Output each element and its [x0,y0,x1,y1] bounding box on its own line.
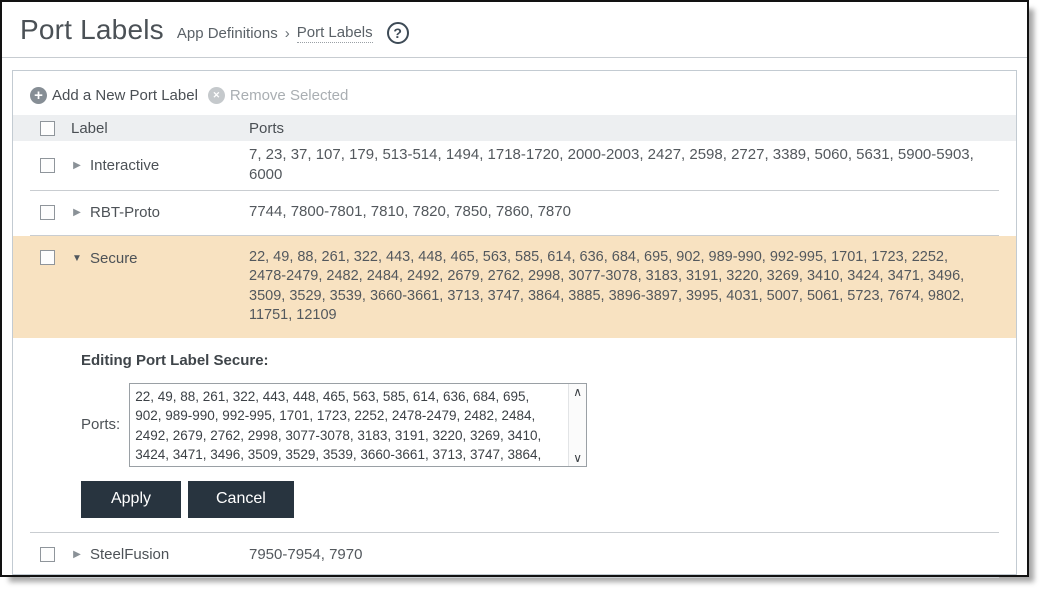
editor-heading: Editing Port Label Secure: [81,352,1016,369]
table-row-steelfusion: ▶ SteelFusion 7950-7954, 7970 [13,533,1016,577]
row-label: Interactive [90,157,159,174]
breadcrumb-parent: App Definitions [177,25,278,42]
cancel-button[interactable]: Cancel [188,481,294,518]
row-expander-secure[interactable]: ▼ Secure [71,250,249,267]
ports-field-label: Ports: [81,416,120,433]
edit-port-label-section: Editing Port Label Secure: Ports: 22, 49… [13,338,1016,532]
select-all-checkbox[interactable] [40,121,55,136]
remove-icon: ✕ [208,87,225,104]
ports-textarea-wrap: 22, 49, 88, 261, 322, 443, 448, 465, 563… [129,383,587,467]
table-header-row: Label Ports [13,115,1016,141]
scroll-up-icon[interactable]: ∧ [573,386,582,398]
row-ports: 7, 23, 37, 107, 179, 513-514, 1494, 1718… [249,141,986,190]
page-header: Port Labels App Definitions › Port Label… [2,2,1027,57]
chevron-right-icon: ▶ [71,160,83,171]
header-divider [2,57,1027,58]
chevron-right-icon: ▶ [71,549,83,560]
table-row-secure: ▼ Secure 22, 49, 88, 261, 322, 443, 448,… [13,236,1016,338]
row-divider [30,577,999,578]
breadcrumb-separator-icon: › [285,25,290,42]
remove-selected-button[interactable]: ✕ Remove Selected [208,87,348,104]
toolbar: + Add a New Port Label ✕ Remove Selected [13,71,1016,115]
breadcrumb-current[interactable]: Port Labels [297,24,373,43]
scroll-down-icon[interactable]: ∨ [573,452,582,464]
table-row-interactive: ▶ Interactive 7, 23, 37, 107, 179, 513-5… [13,141,1016,190]
row-checkbox[interactable] [40,547,55,562]
row-checkbox[interactable] [40,205,55,220]
add-icon: + [30,87,47,104]
row-label: Secure [90,250,138,267]
remove-selected-text: Remove Selected [230,87,348,104]
help-icon[interactable]: ? [387,22,409,44]
row-ports: 22, 49, 88, 261, 322, 443, 448, 465, 563… [249,244,986,330]
row-ports: 7950-7954, 7970 [249,541,986,569]
row-ports: 7744, 7800-7801, 7810, 7820, 7850, 7860,… [249,198,986,226]
row-expander-interactive[interactable]: ▶ Interactive [71,157,249,174]
row-checkbox[interactable] [40,250,55,265]
chevron-down-icon: ▼ [71,253,83,264]
column-header-ports: Ports [249,120,986,137]
editor-buttons: Apply Cancel [81,481,1016,518]
row-expander-rbt-proto[interactable]: ▶ RBT-Proto [71,204,249,221]
row-label: RBT-Proto [90,204,160,221]
ports-textarea[interactable]: 22, 49, 88, 261, 322, 443, 448, 465, 563… [129,383,587,467]
add-port-label-text: Add a New Port Label [52,87,198,104]
row-expander-steelfusion[interactable]: ▶ SteelFusion [71,546,249,563]
column-header-label: Label [71,120,249,137]
row-checkbox[interactable] [40,158,55,173]
apply-button[interactable]: Apply [81,481,181,518]
breadcrumb: App Definitions › Port Labels [177,16,373,43]
port-labels-panel: + Add a New Port Label ✕ Remove Selected… [12,70,1017,575]
editor-form: Ports: 22, 49, 88, 261, 322, 443, 448, 4… [81,383,1016,467]
page-title: Port Labels [20,14,164,46]
chevron-right-icon: ▶ [71,207,83,218]
add-port-label-button[interactable]: + Add a New Port Label [30,87,198,104]
screenshot-frame: Port Labels App Definitions › Port Label… [0,0,1029,577]
textarea-scrollbar[interactable]: ∧ ∨ [568,384,586,466]
row-label: SteelFusion [90,546,169,563]
table-row-rbt-proto: ▶ RBT-Proto 7744, 7800-7801, 7810, 7820,… [13,191,1016,235]
